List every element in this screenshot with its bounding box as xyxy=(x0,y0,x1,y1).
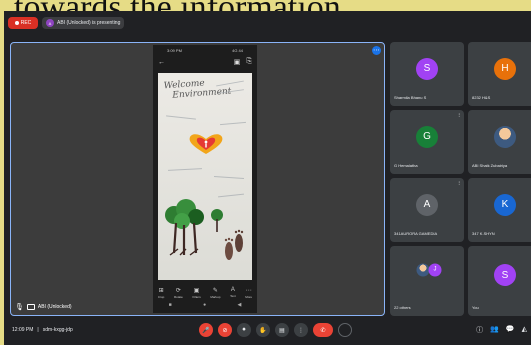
phone-app-bar: ← ▣ ⎘ xyxy=(153,55,257,69)
participant-tile[interactable]: H 8232 H&S xyxy=(468,42,531,106)
others-count: 22 others xyxy=(394,305,411,310)
more-options-button[interactable]: ⋮ xyxy=(294,323,308,337)
recents-icon: ■ xyxy=(168,302,172,308)
others-tile[interactable]: J 22 others xyxy=(390,246,464,316)
tree-drawing xyxy=(165,199,204,256)
participant-tile[interactable]: ⁝ G G Hemalatha xyxy=(390,110,464,174)
phone-status-bar: 3:09 PM 4G 44 xyxy=(153,45,257,55)
shared-phone-screen: 3:09 PM 4G 44 ← ▣ ⎘ Welcome Environment xyxy=(153,45,257,313)
info-icon[interactable]: ⓘ xyxy=(476,325,483,335)
back-arrow-icon: ← xyxy=(158,58,165,66)
record-dot-icon xyxy=(14,21,19,25)
phone-tool-0: ⊞ Crop xyxy=(157,288,165,299)
top-bar: REC A ABI (Unlocked) is presenting xyxy=(8,15,125,31)
participant-name: 8232 H&S xyxy=(472,95,491,100)
phone-tool-4: A Text xyxy=(230,287,236,298)
self-avatar: S xyxy=(494,264,516,287)
participant-tile[interactable]: S Sharmila Bhanu S xyxy=(390,42,464,106)
self-name: You xyxy=(472,305,479,310)
record-button[interactable]: ⏺ xyxy=(237,323,251,337)
back-icon: ◀ xyxy=(237,302,242,308)
phone-time: 3:09 PM xyxy=(167,47,182,53)
participant-photo-avatar xyxy=(494,125,516,148)
crop-icon: ▣ xyxy=(233,59,241,66)
phone-tool-5: ⋯ More xyxy=(245,288,253,299)
presenter-name: ABI (Unlocked) xyxy=(37,304,72,310)
presenter-avatar: A xyxy=(46,19,54,27)
camera-off-button[interactable]: ⊘ xyxy=(218,323,232,337)
current-time: 12:09 PM xyxy=(12,327,34,333)
activities-icon[interactable]: ◭ xyxy=(522,325,527,335)
side-controls: ⓘ 👥 💬 ◭ xyxy=(476,325,527,335)
chat-icon[interactable]: 💬 xyxy=(506,325,515,335)
participant-name: 347 K.SHYN xyxy=(472,231,495,236)
divider: | xyxy=(37,327,39,333)
participant-name: G Hemalatha xyxy=(394,163,418,168)
others-avatar: J xyxy=(428,263,442,277)
participant-name: 341AURORA GAMEDIA xyxy=(394,231,438,236)
participant-name: ABI Shaik Zubairiya xyxy=(472,163,508,168)
shared-photo: Welcome Environment xyxy=(158,73,252,280)
participant-avatar: G xyxy=(416,125,438,148)
presenter-name-label: 🎙 ABI (Unlocked) xyxy=(15,303,72,311)
participant-avatar: K xyxy=(494,193,516,216)
people-icon[interactable]: 👥 xyxy=(490,325,499,335)
muted-icon: ⁝ xyxy=(458,113,460,119)
participant-avatar: A xyxy=(416,193,438,216)
muted-icon: ⁝ xyxy=(458,181,460,187)
call-controls: 🎤 ⊘ ⏺ ✋ ▤ ⋮ ✆ xyxy=(199,323,352,337)
presentation-tile[interactable]: ⋯ 3:09 PM 4G 44 ← ▣ ⎘ Welcome Environmen… xyxy=(10,42,385,316)
phone-tool-2: ▣ Filters xyxy=(192,288,201,299)
presenting-banner[interactable]: A ABI (Unlocked) is presenting xyxy=(42,17,125,29)
participant-name: Sharmila Bhanu S xyxy=(394,95,427,100)
reactions-button[interactable] xyxy=(338,323,352,337)
participant-avatar: S xyxy=(416,57,438,80)
participant-avatar: H xyxy=(494,57,516,80)
bottom-bar: 12:09 PM | sdm-kxgg-jdp 🎤 ⊘ ⏺ ✋ ▤ ⋮ ✆ ⓘ … xyxy=(4,315,531,345)
end-call-button[interactable]: ✆ xyxy=(313,323,333,337)
screen-share-icon xyxy=(26,304,35,310)
meeting-code: sdm-kxgg-jdp xyxy=(42,327,73,333)
share-icon: ⎘ xyxy=(246,58,252,65)
phone-editor-toolbar: ⊞ Crop ⟳ Rotate ▣ Filters ✎ Markup A Text ⋯ Mo… xyxy=(153,285,257,313)
phone-tool-3: ✎ Markup xyxy=(210,288,221,299)
recording-badge[interactable]: REC xyxy=(8,17,38,29)
footprints-drawing xyxy=(224,229,244,260)
rec-label: REC xyxy=(20,20,32,26)
phone-signal: 4G 44 xyxy=(232,47,243,53)
participant-tile[interactable]: ⁝ K 347 K.SHYN xyxy=(468,178,531,242)
self-tile[interactable]: S You xyxy=(468,246,531,316)
phone-tool-1: ⟳ Rotate xyxy=(174,288,183,299)
presenting-text: ABI (Unlocked) is presenting xyxy=(57,20,121,26)
mic-off-button[interactable]: 🎤 xyxy=(199,323,213,337)
home-icon: ● xyxy=(203,302,207,308)
meeting-info: 12:09 PM | sdm-kxgg-jdp xyxy=(12,327,73,333)
welcome-text: Welcome Environment xyxy=(163,78,232,101)
participant-tile[interactable]: ⁝ A 341AURORA GAMEDIA xyxy=(390,178,464,242)
raise-hand-button[interactable]: ✋ xyxy=(256,323,270,337)
participant-tile[interactable]: ABI Shaik Zubairiya xyxy=(468,110,531,174)
phone-nav-bar: ■ ● ◀ xyxy=(153,302,257,308)
mic-icon: 🎙 xyxy=(15,304,24,311)
meet-window: REC A ABI (Unlocked) is presenting ⋯ 3:0… xyxy=(4,11,531,345)
present-button[interactable]: ▤ xyxy=(275,323,289,337)
more-options-icon[interactable]: ⋯ xyxy=(372,46,381,55)
heart-drawing xyxy=(189,134,223,154)
